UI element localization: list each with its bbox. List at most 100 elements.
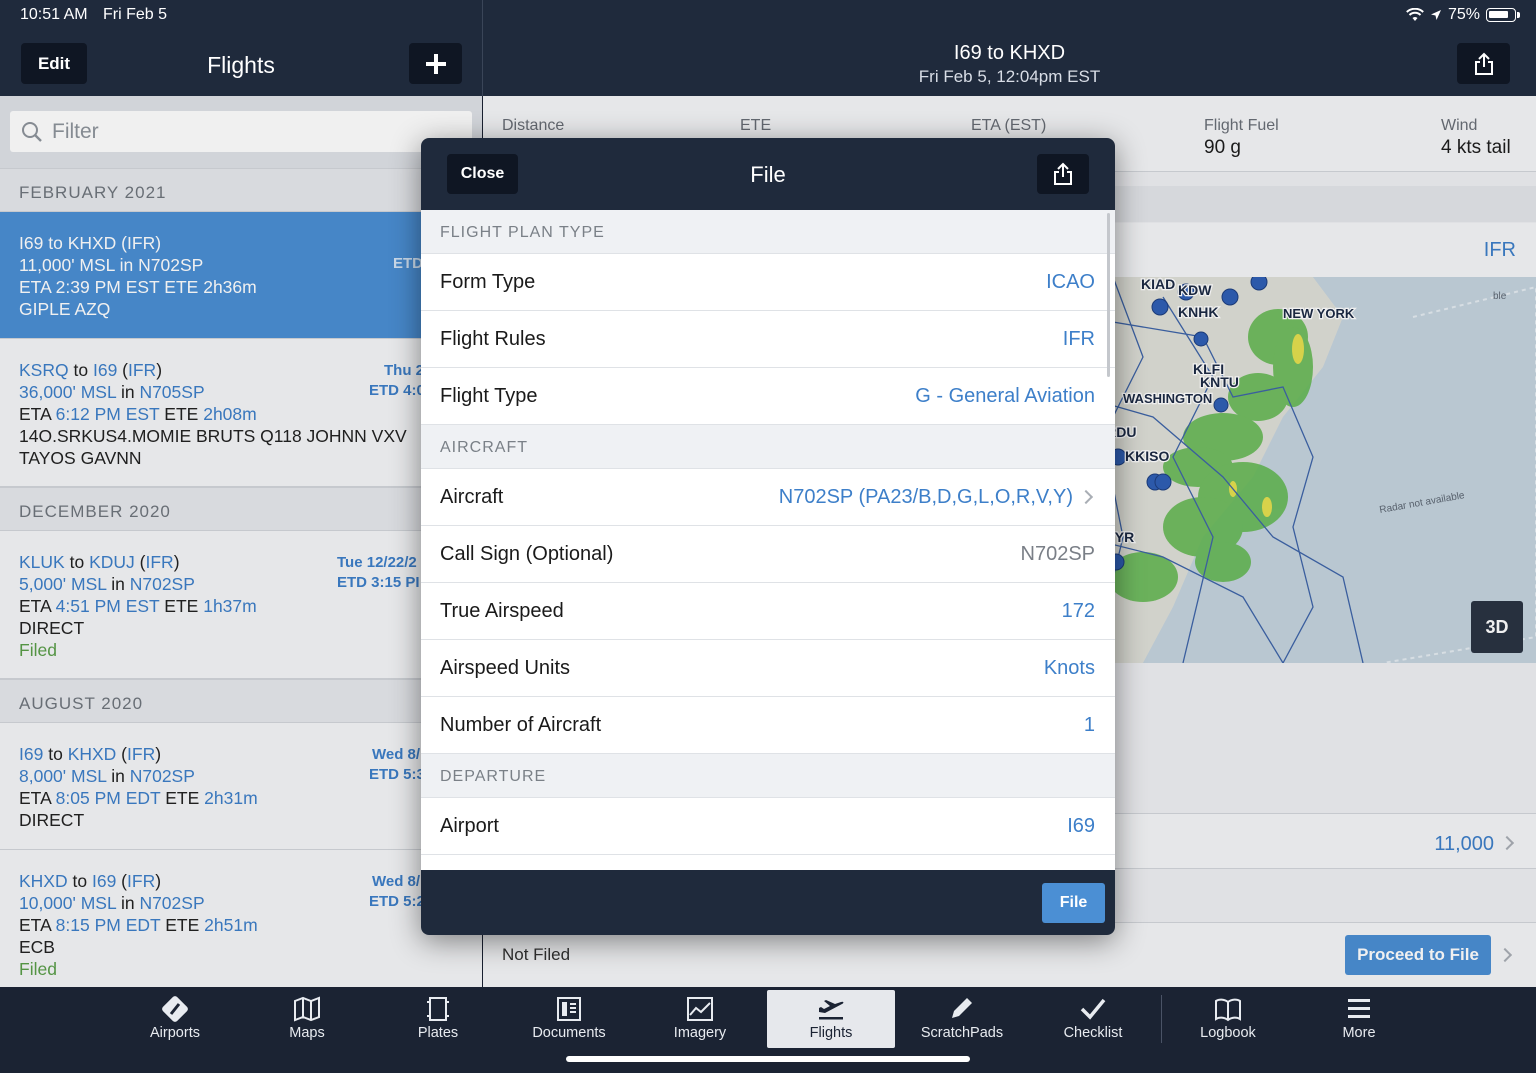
stat-fuel-label: Flight Fuel — [1204, 117, 1279, 134]
tab-more[interactable]: More — [1295, 990, 1423, 1048]
section-header: AUGUST 2020 — [0, 679, 482, 723]
chevron-right-icon — [1078, 489, 1094, 505]
tab-airports[interactable]: Airports — [111, 990, 239, 1048]
section-header: FEBRUARY 2021 — [0, 168, 482, 212]
flight-list-item[interactable]: I69 to KHXD (IFR) 11,000' MSL in N702SP … — [0, 212, 482, 339]
call-sign-row[interactable]: Call Sign (Optional) N702SP — [421, 526, 1115, 583]
route-subtitle: Fri Feb 5, 12:04pm EST — [918, 67, 1101, 86]
home-indicator[interactable] — [566, 1056, 970, 1062]
stat-eta-label: ETA (EST) — [971, 117, 1047, 134]
svg-text:KNTU: KNTU — [1200, 374, 1239, 390]
flight-plan-form: FLIGHT PLAN TYPE Form Type ICAO Flight R… — [421, 210, 1115, 870]
departure-airport-row[interactable]: Airport I69 — [421, 798, 1115, 855]
tab-documents[interactable]: Documents — [505, 990, 633, 1048]
stat-distance-label: Distance — [502, 117, 565, 134]
map-3d-button[interactable]: 3D — [1471, 601, 1523, 653]
status-time: 10:51 AM — [20, 6, 88, 23]
location-arrow-icon — [1430, 10, 1441, 20]
proceed-to-file-button[interactable]: Proceed to File — [1345, 935, 1491, 975]
altitude-value: 11,000 — [1434, 833, 1494, 855]
airspeed-units-value: Knots — [1043, 657, 1095, 679]
pencil-icon — [952, 998, 972, 1018]
add-flight-button[interactable] — [409, 43, 462, 84]
battery-percent: 75% — [1447, 6, 1480, 23]
plus-icon — [425, 53, 446, 74]
number-of-aircraft-value[interactable]: 1 — [1084, 714, 1095, 737]
tab-checklist[interactable]: Checklist — [1029, 990, 1157, 1048]
airports-icon — [162, 996, 188, 1022]
filed-status: Filed — [19, 640, 57, 660]
stat-fuel-value: 90 g — [1204, 137, 1241, 158]
true-airspeed-row[interactable]: True Airspeed 172 — [421, 583, 1115, 640]
flight-list-item[interactable]: I69 to KHXD (IFR) 8,000' MSL in N702SP E… — [0, 723, 482, 850]
flight-list-item[interactable]: KLUK to KDUJ (IFR) 5,000' MSL in N702SP … — [0, 531, 482, 679]
flight-type-row[interactable]: Flight Type G - General Aviation — [421, 368, 1115, 425]
modal-title: File — [750, 162, 786, 187]
tab-flights[interactable]: Flights — [767, 990, 895, 1048]
true-airspeed-value[interactable]: 172 — [1062, 600, 1095, 623]
section-header: DECEMBER 2020 — [0, 487, 482, 531]
tab-imagery[interactable]: Imagery — [636, 990, 764, 1048]
svg-text:ble: ble — [1493, 291, 1507, 302]
documents-icon — [557, 997, 581, 1021]
filed-status: Filed — [19, 959, 57, 979]
departure-airport-value[interactable]: I69 — [1067, 815, 1095, 838]
file-flight-plan-modal: Close File FLIGHT PLAN TYPE Form Type IC… — [421, 138, 1115, 935]
chevron-right-icon — [1499, 835, 1515, 851]
filter-input[interactable] — [52, 111, 452, 152]
weather-map-graphic: KIAD KDW KNHK NEW YORK KLFI KNTU WASHING… — [1083, 277, 1536, 663]
call-sign-value[interactable]: N702SP — [1021, 543, 1096, 566]
flight-type-value: G - General Aviation — [915, 385, 1095, 407]
share-button[interactable] — [1457, 43, 1510, 84]
flight-rules-value: IFR — [1483, 239, 1516, 261]
modal-header: Close File — [421, 138, 1115, 210]
status-bar: 10:51 AM Fri Feb 5 75% — [0, 0, 1536, 30]
aircraft-row[interactable]: Aircraft N702SP (PA23/B,D,G,L,O,R,V,Y) — [421, 469, 1115, 526]
share-icon — [1054, 162, 1072, 185]
number-of-aircraft-row[interactable]: Number of Aircraft 1 — [421, 697, 1115, 754]
svg-text:KKISO: KKISO — [1125, 448, 1169, 464]
airspeed-units-row[interactable]: Airspeed Units Knots — [421, 640, 1115, 697]
file-button[interactable]: File — [1042, 883, 1105, 923]
share-icon — [1474, 52, 1493, 75]
tab-logbook[interactable]: Logbook — [1164, 990, 1292, 1048]
svg-text:KNHK: KNHK — [1178, 304, 1218, 320]
plates-icon — [427, 997, 449, 1021]
maps-icon — [294, 996, 320, 1022]
tab-scratchpads[interactable]: ScratchPads — [898, 990, 1026, 1048]
stat-wind-value: 4 kts tail — [1441, 137, 1511, 158]
scrollbar[interactable] — [1107, 213, 1110, 377]
flight-rules-row[interactable]: Flight Rules IFR — [421, 311, 1115, 368]
modal-share-button[interactable] — [1037, 154, 1089, 194]
section-flight-plan-type: FLIGHT PLAN TYPE — [421, 210, 1115, 254]
svg-text:WASHINGTON: WASHINGTON — [1123, 391, 1212, 406]
svg-text:KIAD: KIAD — [1141, 277, 1175, 292]
form-type-value: ICAO — [1046, 271, 1095, 293]
stat-ete-label: ETE — [740, 117, 772, 134]
section-departure: DEPARTURE — [421, 754, 1115, 798]
tab-bar: Airports Maps Plates Documents Imagery F… — [0, 987, 1536, 1073]
status-date: Fri Feb 5 — [103, 6, 168, 23]
route-map[interactable]: KIAD KDW KNHK NEW YORK KLFI KNTU WASHING… — [1083, 277, 1536, 663]
modal-footer: File — [421, 870, 1115, 935]
imagery-icon — [687, 997, 713, 1021]
form-type-row[interactable]: Form Type ICAO — [421, 254, 1115, 311]
airplane-takeoff-icon — [819, 1000, 844, 1020]
filter-field[interactable] — [10, 111, 472, 152]
battery-icon — [1486, 8, 1520, 22]
search-icon — [22, 122, 42, 142]
tab-plates[interactable]: Plates — [374, 990, 502, 1048]
stat-wind-label: Wind — [1441, 117, 1478, 134]
logbook-icon — [1215, 998, 1241, 1022]
wifi-icon — [1406, 8, 1424, 21]
flight-list-item[interactable]: KHXD to I69 (IFR) 10,000' MSL in N702SP … — [0, 850, 482, 987]
checkmark-icon — [1080, 998, 1106, 1020]
flight-list-item[interactable]: KSRQ to I69 (IFR) 36,000' MSL in N705SP … — [0, 339, 482, 487]
menu-icon — [1348, 999, 1370, 1018]
svg-text:NEW YORK: NEW YORK — [1283, 306, 1355, 321]
filing-status: Not Filed — [502, 945, 571, 964]
flights-list-pane: FEBRUARY 2021 I69 to KHXD (IFR) 11,000' … — [0, 96, 482, 987]
route-title: I69 to KHXD — [953, 42, 1066, 64]
tab-maps[interactable]: Maps — [243, 990, 371, 1048]
aircraft-value: N702SP (PA23/B,D,G,L,O,R,V,Y) — [778, 486, 1073, 508]
